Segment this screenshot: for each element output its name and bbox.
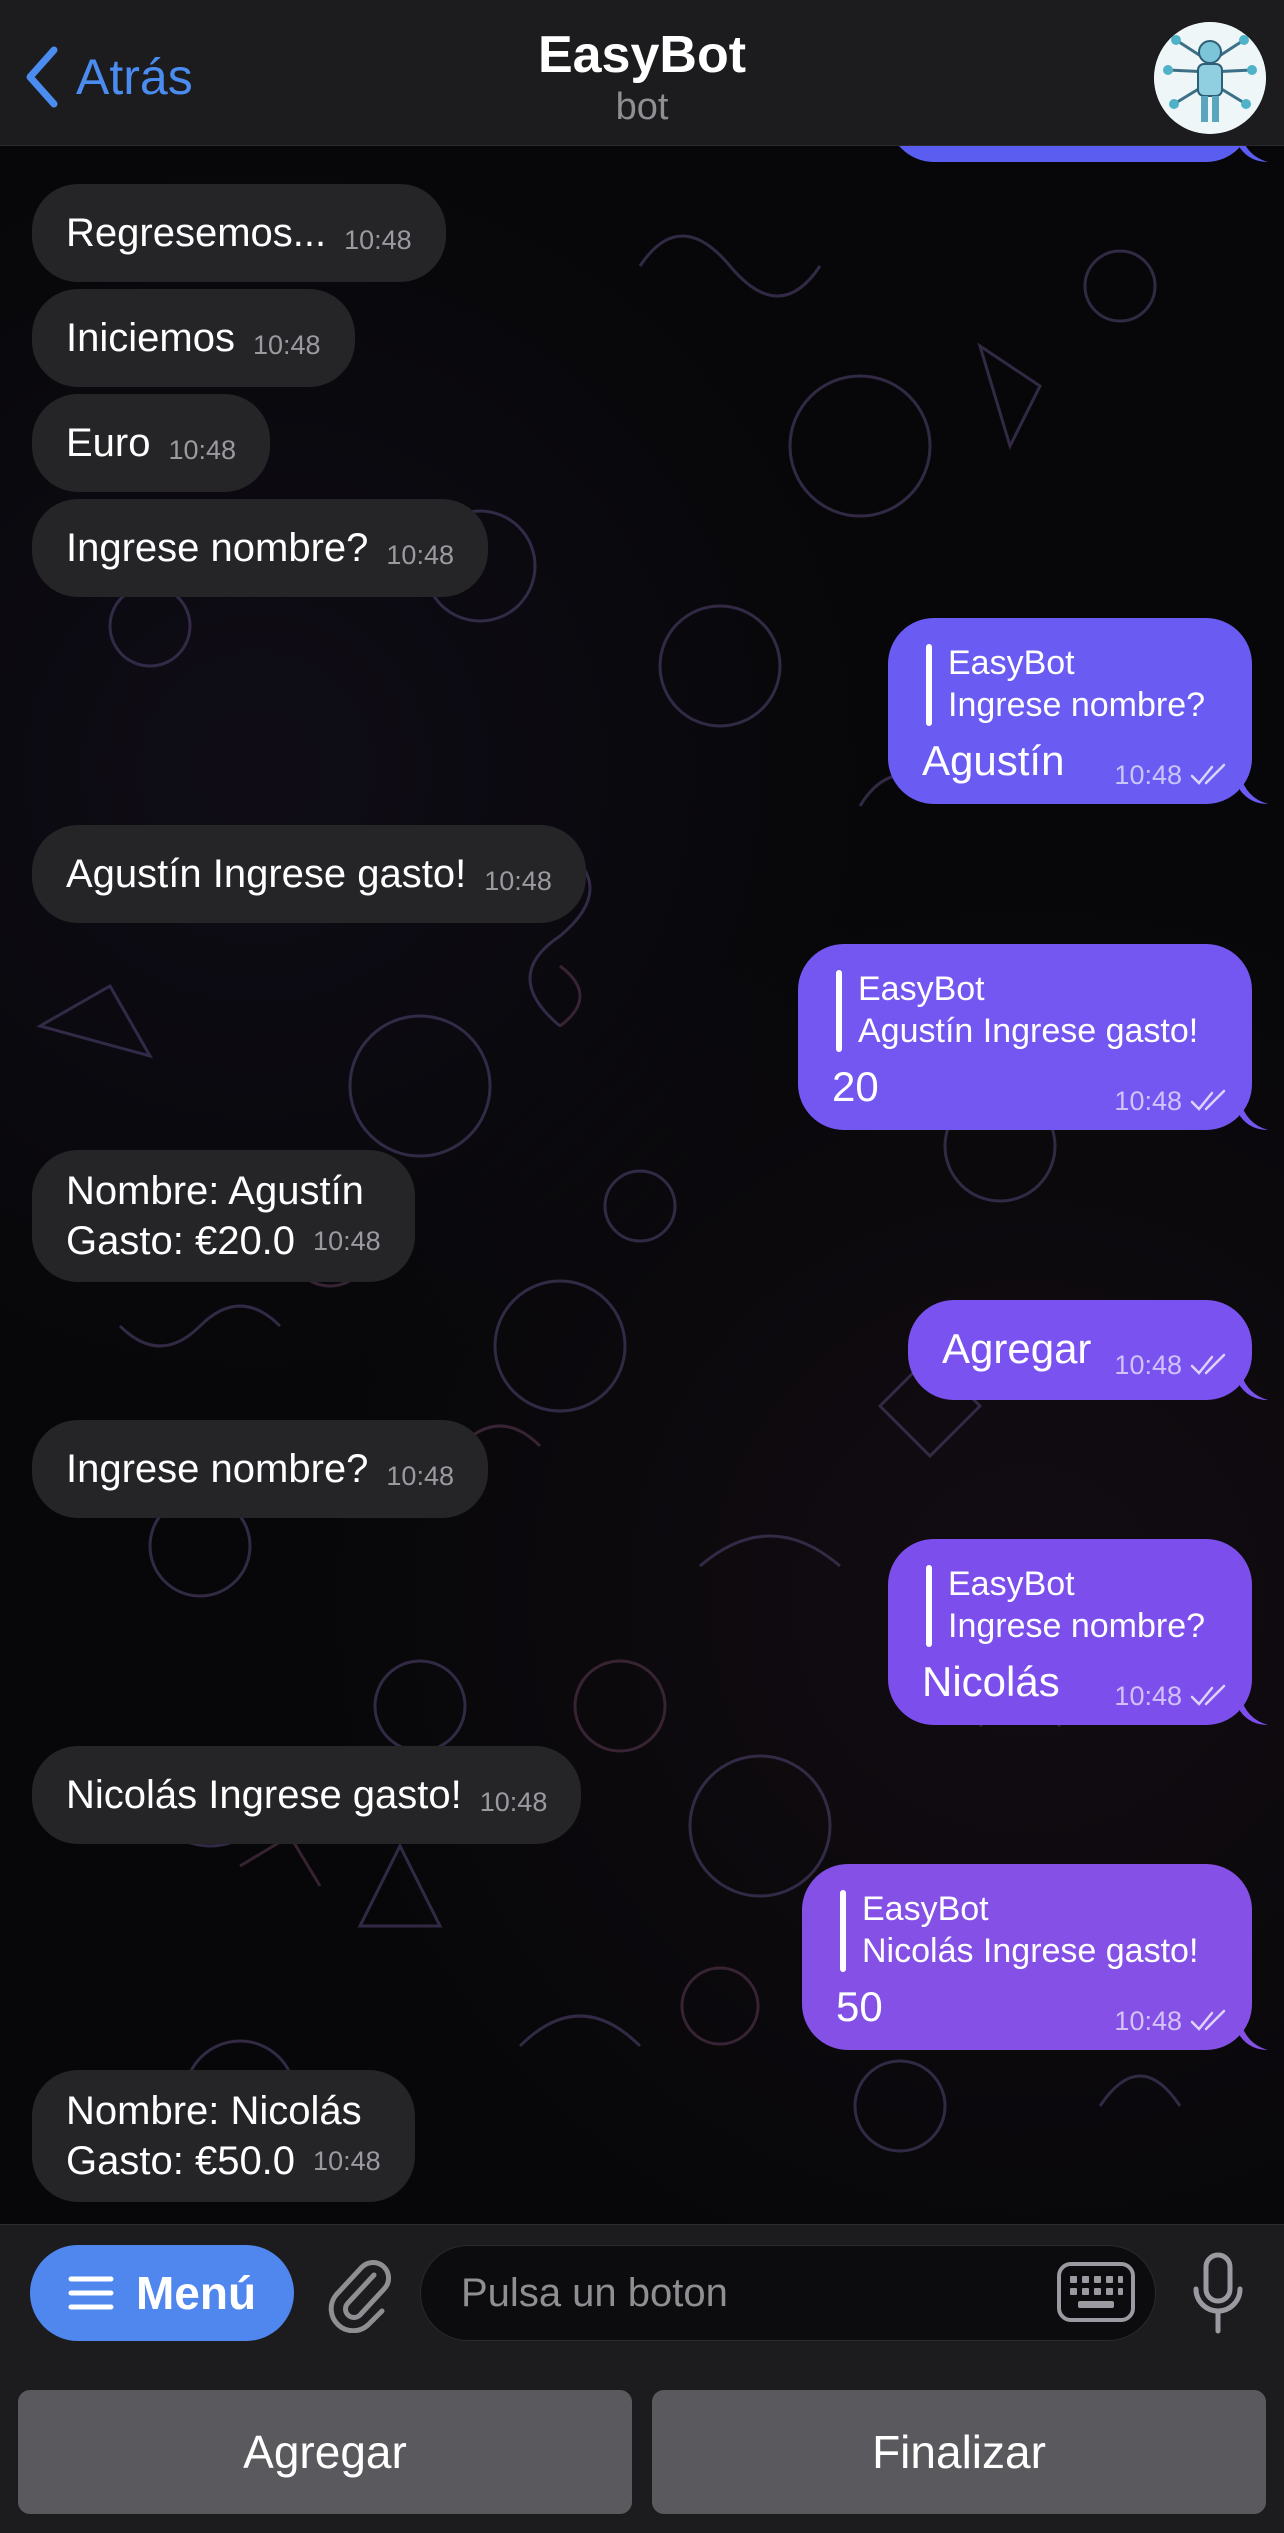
reply-text: Ingrese nombre? [948, 1607, 1206, 1645]
message-text-line1: Nombre: Nicolás [66, 2089, 362, 2133]
incoming-message[interactable]: Euro 10:48 [32, 394, 271, 492]
keyboard-icon[interactable] [1056, 2261, 1136, 2323]
paperclip-icon[interactable] [322, 2253, 394, 2333]
reply-quote-bar [926, 644, 932, 726]
message-time: 10:48 [344, 225, 412, 255]
message-text: Nicolás Ingrese gasto! [66, 1773, 462, 1817]
incoming-message[interactable]: Nombre: Nicolás Gasto: €50.0 10:48 [32, 2070, 415, 2202]
message-time: 10:48 [386, 540, 454, 570]
message-time: 10:48 [252, 330, 321, 360]
message-time: 10:48 [1114, 2006, 1182, 2036]
outgoing-reply-message[interactable]: EasyBot Ingrese nombre? Agustín 10:48 [888, 618, 1252, 804]
telegram-chat-screen: Atrás EasyBot bot Regresemos... 10:48 In… [0, 0, 1284, 2533]
robot-avatar-icon [1154, 22, 1266, 134]
outgoing-reply-message[interactable]: EasyBot Ingrese nombre? Nicolás 10:48 [888, 1539, 1252, 1725]
keyboard-button-label: Finalizar [872, 2426, 1046, 2478]
message-text: Euro [66, 421, 151, 465]
chat-title: EasyBot [537, 26, 747, 84]
microphone-icon[interactable] [1188, 2249, 1248, 2339]
incoming-message[interactable]: Iniciemos 10:48 [32, 289, 355, 387]
message-input[interactable]: Pulsa un boton [420, 2245, 1156, 2341]
keyboard-button-label: Agregar [243, 2426, 407, 2478]
message-time: 10:48 [168, 435, 237, 465]
message-time: 10:48 [1114, 1086, 1182, 1116]
bubble-tail [1240, 1100, 1268, 1130]
reply-text: Ingrese nombre? [948, 686, 1206, 724]
message-text: Ingrese nombre? [66, 1447, 369, 1491]
outgoing-message[interactable]: Agregar 10:48 [908, 1300, 1252, 1400]
message-text: 50 [836, 1983, 883, 2030]
input-placeholder: Pulsa un boton [461, 2271, 728, 2315]
message-time: 10:48 [479, 1787, 548, 1817]
incoming-message[interactable]: Agustín Ingrese gasto! 10:48 [32, 825, 586, 923]
reply-text: Agustín Ingrese gasto! [858, 1012, 1199, 1050]
message-input-bar: Menú Pulsa un boton [0, 2224, 1284, 2358]
keyboard-button-finalizar[interactable]: Finalizar [652, 2390, 1266, 2514]
outgoing-message-partial[interactable] [888, 146, 1252, 162]
reply-keyboard: Agregar Finalizar [0, 2358, 1284, 2533]
double-check-icon [1190, 1353, 1226, 1375]
message-text: Regresemos... [66, 211, 327, 255]
incoming-message[interactable]: Regresemos... 10:48 [32, 184, 446, 282]
message-time: 10:48 [1114, 1681, 1182, 1711]
double-check-icon [1190, 1089, 1226, 1111]
incoming-message[interactable]: Nicolás Ingrese gasto! 10:48 [32, 1746, 582, 1844]
outgoing-reply-message[interactable]: EasyBot Nicolás Ingrese gasto! 50 10:48 [802, 1864, 1252, 2050]
bubble-tail [1240, 1695, 1268, 1725]
bubble-tail [1240, 774, 1268, 804]
message-time: 10:48 [313, 1226, 381, 1256]
incoming-message[interactable]: Nombre: Agustín Gasto: €20.0 10:48 [32, 1150, 415, 1282]
incoming-message[interactable]: Ingrese nombre? 10:48 [32, 1420, 488, 1518]
message-time: 10:48 [1114, 1350, 1182, 1380]
message-text: Agustín [922, 737, 1065, 784]
hamburger-menu-icon [68, 2276, 114, 2310]
bubble-tail [1240, 2020, 1268, 2050]
double-check-icon [1190, 1684, 1226, 1706]
bot-menu-button[interactable]: Menú [30, 2245, 294, 2341]
keyboard-button-agregar[interactable]: Agregar [18, 2390, 632, 2514]
menu-label: Menú [135, 2267, 257, 2319]
outgoing-reply-message[interactable]: EasyBot Agustín Ingrese gasto! 20 10:48 [798, 944, 1252, 1130]
reply-text: Nicolás Ingrese gasto! [862, 1932, 1199, 1970]
bubble-tail [1240, 146, 1268, 162]
chat-title-block[interactable]: EasyBot bot [0, 24, 1284, 128]
message-list[interactable]: Regresemos... 10:48 Iniciemos 10:48 Euro… [0, 146, 1284, 2224]
message-text-line2: Gasto: €50.0 [66, 2139, 296, 2183]
bubble-tail [1240, 1370, 1268, 1400]
message-text-line2: Gasto: €20.0 [66, 1219, 296, 1263]
message-time: 10:48 [484, 866, 552, 896]
incoming-message[interactable]: Ingrese nombre? 10:48 [32, 499, 488, 597]
message-time: 10:48 [1114, 760, 1182, 790]
message-text: Agregar [942, 1325, 1092, 1372]
message-time: 10:48 [386, 1461, 454, 1491]
chat-header: Atrás EasyBot bot [0, 0, 1284, 146]
double-check-icon [1190, 2009, 1226, 2031]
reply-quote-bar [836, 970, 842, 1052]
message-text-line1: Nombre: Agustín [66, 1169, 364, 1213]
message-text: 20 [832, 1063, 879, 1110]
bot-avatar[interactable] [1154, 22, 1266, 134]
double-check-icon [1190, 763, 1226, 785]
chat-subtitle: bot [615, 86, 669, 128]
message-text: Iniciemos [66, 316, 235, 360]
message-time: 10:48 [313, 2146, 381, 2176]
message-text: Ingrese nombre? [66, 526, 369, 570]
message-text: Agustín Ingrese gasto! [66, 852, 467, 896]
message-text: Nicolás [922, 1658, 1060, 1705]
reply-quote-bar [840, 1890, 846, 1972]
reply-quote-bar [926, 1565, 932, 1647]
